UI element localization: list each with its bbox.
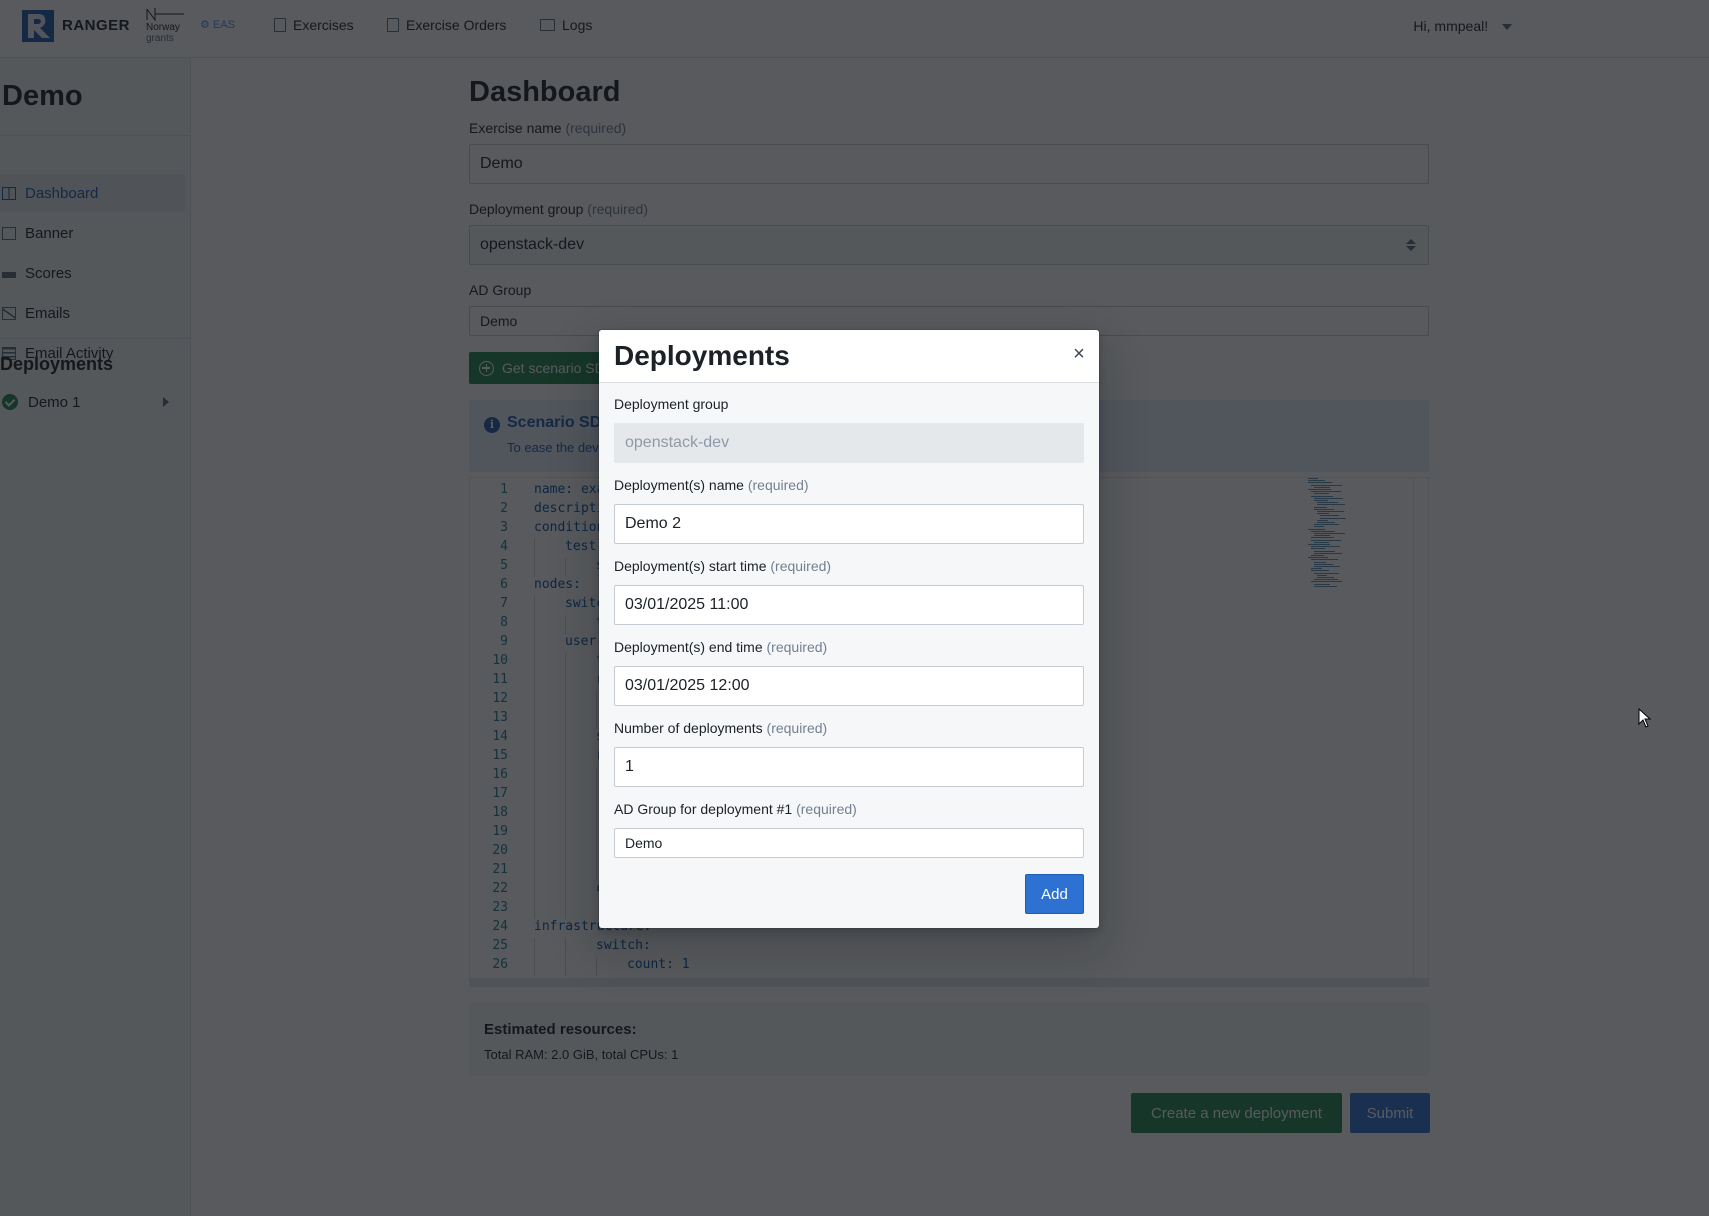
label-text: Deployment(s) end time [614,639,763,655]
ad-group-deployment-1-input[interactable]: Demo [614,828,1084,858]
required-hint: (required) [766,639,828,655]
required-hint: (required) [766,720,828,736]
close-icon[interactable]: × [1069,344,1089,364]
end-time-input[interactable]: 03/01/2025 12:00 [614,666,1084,706]
label-text: Deployment(s) name [614,477,744,493]
input-value: openstack-dev [625,434,730,451]
dialog-title: Deployments [614,340,790,371]
input-value: 1 [625,758,634,775]
deployment-group-input: openstack-dev [614,423,1084,463]
input-value: Demo 2 [625,515,682,532]
deployment-group-label: Deployment group [614,396,729,412]
label-text: Number of deployments [614,720,763,736]
start-time-label: Deployment(s) start time (required) [614,558,831,574]
label-text: Deployment(s) start time [614,558,767,574]
deployments-dialog: Deployments × Deployment group openstack… [599,330,1099,928]
label-text: AD Group for deployment #1 [614,801,793,817]
input-value: Demo [625,835,663,851]
deployment-count-input[interactable]: 1 [614,747,1084,787]
ad-group-deployment-1-label: AD Group for deployment #1 (required) [614,801,857,817]
input-value: 03/01/2025 12:00 [625,677,750,694]
deployment-name-label: Deployment(s) name (required) [614,477,809,493]
required-hint: (required) [770,558,832,574]
deployment-count-label: Number of deployments (required) [614,720,827,736]
mouse-cursor-icon [1638,708,1652,728]
input-value: 03/01/2025 11:00 [625,596,749,613]
start-time-input[interactable]: 03/01/2025 11:00 [614,585,1084,625]
required-hint: (required) [747,477,809,493]
end-time-label: Deployment(s) end time (required) [614,639,827,655]
add-button[interactable]: Add [1025,874,1084,914]
dialog-header: Deployments × [599,330,1099,383]
deployment-name-input[interactable]: Demo 2 [614,504,1084,544]
required-hint: (required) [796,801,857,817]
